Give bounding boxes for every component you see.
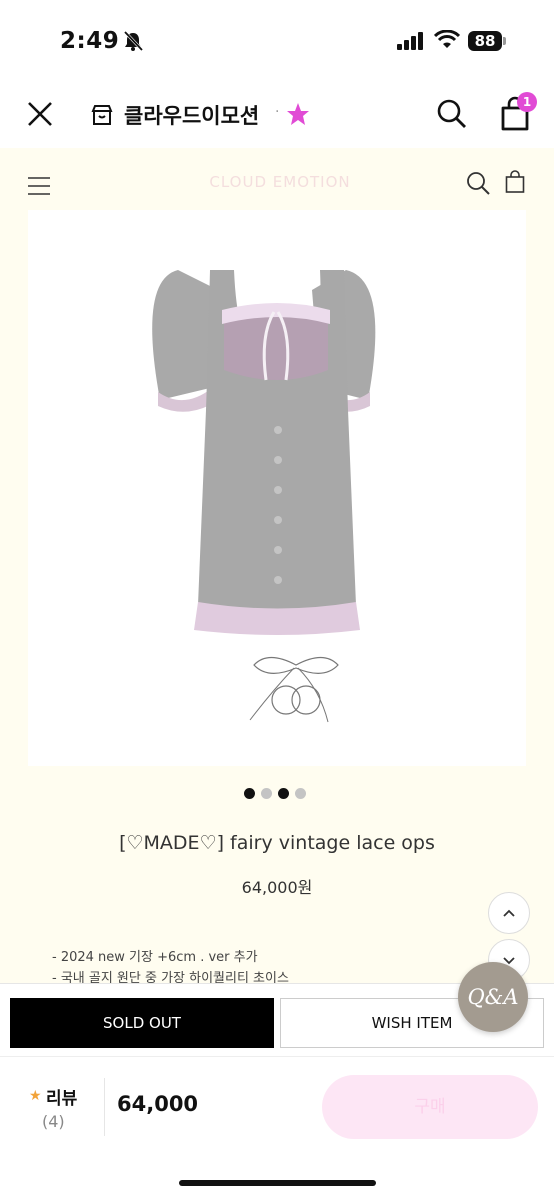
store-separator: · (275, 104, 280, 120)
divider (104, 1078, 105, 1136)
shop-logo[interactable]: CLOUD EMOTION (180, 173, 380, 191)
scroll-top-button[interactable] (488, 892, 530, 934)
status-time: 2:49 (60, 28, 120, 54)
review-star-icon: ★ (29, 1088, 42, 1104)
review-count: (4) (42, 1112, 65, 1131)
store-icon[interactable] (90, 103, 114, 127)
carousel-dot[interactable] (244, 788, 255, 799)
carousel-indicator[interactable] (244, 788, 310, 800)
product-image[interactable] (28, 210, 526, 766)
carousel-dot[interactable] (261, 788, 272, 799)
dress-illustration (152, 270, 376, 723)
favorite-star-icon[interactable] (285, 101, 311, 127)
carousel-dot[interactable] (295, 788, 306, 799)
chevron-up-icon (503, 909, 515, 917)
cart-count-badge: 1 (517, 92, 537, 112)
search-icon[interactable] (436, 98, 468, 130)
product-price: 64,000원 (241, 878, 313, 897)
shop-bag-icon[interactable] (505, 170, 525, 194)
description-line: - 2024 new 기장 +6cm . ver 추가 (52, 950, 258, 965)
shop-search-icon[interactable] (466, 171, 490, 195)
bottom-price: 64,000 (117, 1092, 199, 1116)
qa-button[interactable]: Q&A (458, 962, 528, 1032)
home-indicator[interactable] (179, 1180, 376, 1186)
close-icon[interactable] (24, 98, 56, 130)
store-name[interactable]: 클라우드이모션 (124, 100, 259, 130)
product-title: [♡MADE♡] fairy vintage lace ops (119, 832, 435, 854)
carousel-dot[interactable] (278, 788, 289, 799)
wifi-icon (434, 30, 460, 48)
buy-button[interactable]: 구매 (322, 1075, 538, 1139)
battery-tip (503, 37, 506, 45)
cellular-signal-icon (397, 32, 423, 50)
sold-out-button[interactable]: SOLD OUT (10, 998, 274, 1048)
battery-indicator: 88 (468, 31, 502, 51)
silent-bell-icon (123, 30, 144, 52)
hamburger-menu-icon[interactable] (28, 175, 50, 197)
review-label[interactable]: 리뷰 (46, 1084, 77, 1109)
